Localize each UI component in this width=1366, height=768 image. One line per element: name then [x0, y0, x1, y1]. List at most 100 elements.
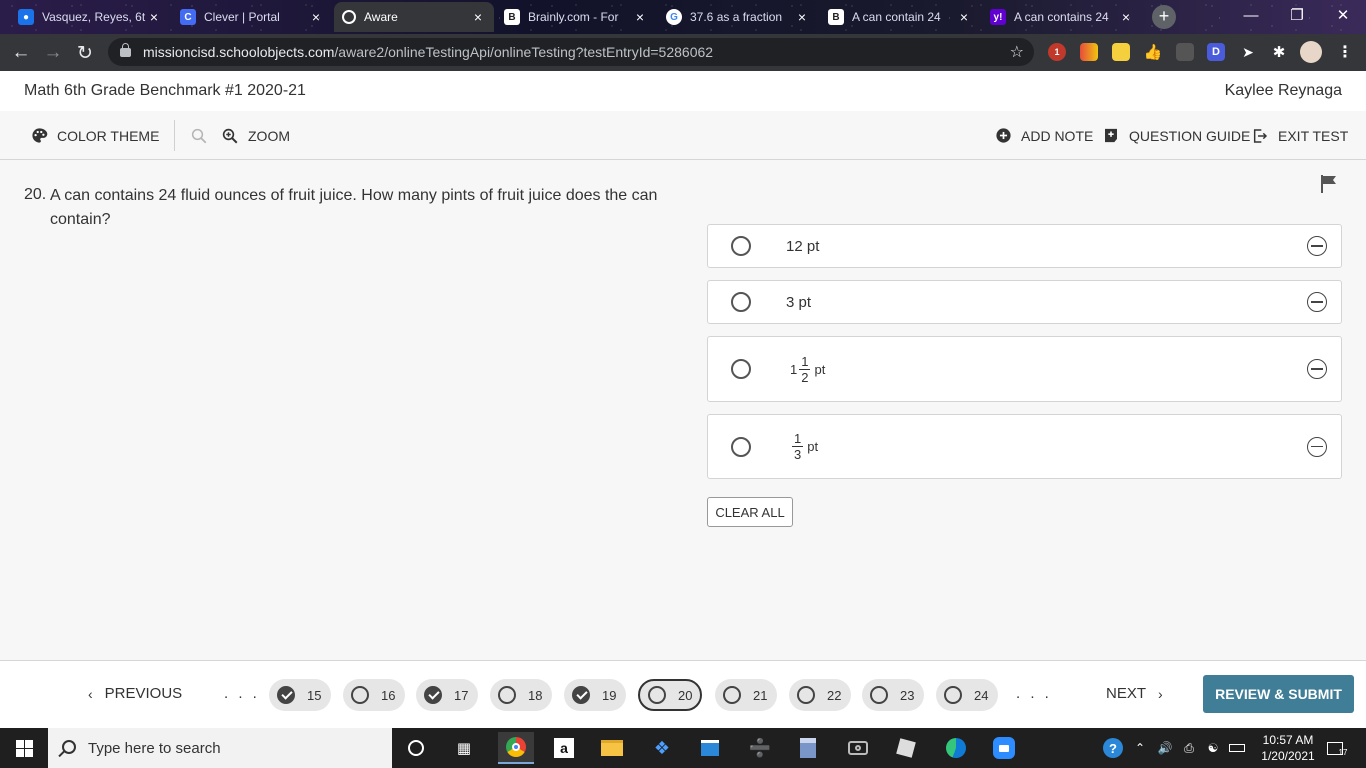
- extension-icon[interactable]: 1: [1048, 43, 1066, 61]
- answer-option-a[interactable]: 12 pt: [707, 224, 1342, 268]
- radio-button[interactable]: [731, 359, 751, 379]
- chevron-up-icon[interactable]: ⌃: [1130, 728, 1150, 768]
- extension-icon[interactable]: [1112, 43, 1130, 61]
- flag-icon[interactable]: [1320, 174, 1340, 194]
- cast-icon[interactable]: ➤: [1239, 43, 1257, 61]
- eliminate-option-icon[interactable]: [1307, 359, 1327, 379]
- notification-center-icon[interactable]: 17: [1322, 728, 1352, 768]
- question-pill-24[interactable]: 24: [936, 679, 998, 711]
- close-tab-icon[interactable]: ×: [308, 9, 324, 25]
- more-questions-after[interactable]: . . .: [1016, 685, 1052, 702]
- close-tab-icon[interactable]: ×: [146, 9, 162, 25]
- reload-icon[interactable]: ↻: [72, 40, 98, 66]
- browser-tab-2[interactable]: Aware ×: [334, 2, 494, 32]
- amazon-icon[interactable]: a: [548, 732, 580, 764]
- menu-kebab-icon[interactable]: ⋮: [1336, 43, 1354, 61]
- question-pill-18[interactable]: 18: [490, 679, 552, 711]
- radio-button[interactable]: [731, 236, 751, 256]
- minimize-window-button[interactable]: —: [1228, 0, 1274, 30]
- question-navigation-bar: ‹ PREVIOUS . . . 15 16 17 18 19 20 21 22…: [0, 660, 1366, 728]
- question-guide-button[interactable]: QUESTION GUIDE: [1102, 111, 1250, 160]
- question-number: 20.: [24, 186, 47, 203]
- question-pill-17[interactable]: 17: [416, 679, 478, 711]
- close-tab-icon[interactable]: ×: [956, 9, 972, 25]
- close-tab-icon[interactable]: ×: [632, 9, 648, 25]
- browser-tab-4[interactable]: G 37.6 as a fraction ×: [658, 2, 818, 32]
- question-pill-23[interactable]: 23: [862, 679, 924, 711]
- profile-avatar[interactable]: [1300, 41, 1322, 63]
- dropbox-icon[interactable]: ❖: [646, 732, 678, 764]
- browser-tab-5[interactable]: B A can contain 24 ×: [820, 2, 980, 32]
- lock-icon: [120, 42, 131, 57]
- store-icon[interactable]: [694, 732, 726, 764]
- windows-start-button[interactable]: [0, 728, 48, 768]
- color-theme-button[interactable]: COLOR THEME: [30, 111, 159, 160]
- zoom-app-icon[interactable]: [988, 732, 1020, 764]
- browser-tab-3[interactable]: B Brainly.com - For ×: [496, 2, 656, 32]
- chrome-taskbar-icon[interactable]: [498, 732, 534, 764]
- bookmark-star-icon[interactable]: ☆: [1010, 42, 1024, 62]
- eliminate-option-icon[interactable]: [1307, 236, 1327, 256]
- test-header: Math 6th Grade Benchmark #1 2020-21 Kayl…: [0, 71, 1366, 111]
- toolbar-divider: [174, 120, 175, 151]
- network-icon[interactable]: ⎙: [1178, 728, 1200, 768]
- question-pill-19[interactable]: 19: [564, 679, 626, 711]
- close-tab-icon[interactable]: ×: [470, 9, 486, 25]
- zoom-in-button[interactable]: ZOOM: [221, 111, 290, 160]
- eliminate-option-icon[interactable]: [1307, 292, 1327, 312]
- address-bar[interactable]: missioncisd.schoolobjects.com /aware2/on…: [108, 38, 1034, 66]
- review-submit-button[interactable]: REVIEW & SUBMIT: [1203, 675, 1354, 713]
- clear-all-button[interactable]: CLEAR ALL: [707, 497, 793, 527]
- task-view-icon[interactable]: ▦: [448, 732, 480, 764]
- question-pill-16[interactable]: 16: [343, 679, 405, 711]
- cortana-icon[interactable]: [400, 732, 432, 764]
- taskbar-search-box[interactable]: Type here to search: [48, 728, 392, 768]
- answer-option-c[interactable]: 1 1 2 pt: [707, 336, 1342, 402]
- extensions-puzzle-icon[interactable]: ✱: [1270, 43, 1288, 61]
- next-button[interactable]: NEXT ›: [1106, 685, 1163, 702]
- calculator-icon[interactable]: [792, 732, 824, 764]
- restore-window-button[interactable]: ❐: [1274, 0, 1320, 30]
- browser-tab-1[interactable]: C Clever | Portal ×: [172, 2, 332, 32]
- close-tab-icon[interactable]: ×: [794, 9, 810, 25]
- volume-icon[interactable]: 🔊: [1154, 728, 1176, 768]
- exit-test-button[interactable]: EXIT TEST: [1251, 111, 1348, 160]
- wifi-icon[interactable]: ☯: [1202, 728, 1224, 768]
- taskbar-clock[interactable]: 10:57 AM 1/20/2021: [1260, 732, 1316, 764]
- answer-option-d[interactable]: 1 3 pt: [707, 414, 1342, 479]
- battery-icon[interactable]: [1226, 728, 1248, 768]
- add-note-button[interactable]: ADD NOTE: [994, 111, 1093, 160]
- option-unit: pt: [798, 293, 812, 311]
- app-icon[interactable]: ➗: [744, 732, 776, 764]
- question-pill-15[interactable]: 15: [269, 679, 331, 711]
- fraction-denominator: 2: [801, 369, 809, 385]
- browser-tab-6[interactable]: y! A can contains 24 ×: [982, 2, 1142, 32]
- previous-button[interactable]: ‹ PREVIOUS: [88, 685, 182, 702]
- help-icon[interactable]: ?: [1100, 728, 1126, 768]
- answer-option-b[interactable]: 3 pt: [707, 280, 1342, 324]
- more-questions-before[interactable]: . . .: [224, 685, 260, 702]
- new-tab-button[interactable]: +: [1152, 5, 1176, 29]
- edge-icon[interactable]: [940, 732, 972, 764]
- question-pill-21[interactable]: 21: [715, 679, 777, 711]
- unanswered-circle-icon: [498, 686, 516, 704]
- close-tab-icon[interactable]: ×: [1118, 9, 1134, 25]
- file-explorer-icon[interactable]: [596, 732, 628, 764]
- back-arrow-icon[interactable]: ←: [8, 40, 34, 66]
- answered-check-icon: [424, 686, 442, 704]
- forward-arrow-icon[interactable]: →: [40, 40, 66, 66]
- radio-button[interactable]: [731, 436, 751, 457]
- radio-button[interactable]: [731, 292, 751, 312]
- camera-icon[interactable]: [842, 732, 874, 764]
- eliminate-option-icon[interactable]: [1307, 436, 1327, 457]
- extension-icon[interactable]: [1080, 43, 1098, 61]
- extension-icon[interactable]: D: [1207, 43, 1225, 61]
- close-window-button[interactable]: ✕: [1320, 0, 1366, 30]
- extension-icon[interactable]: [1176, 43, 1194, 61]
- zoom-out-button[interactable]: [190, 111, 217, 160]
- question-pill-20-current[interactable]: 20: [638, 679, 702, 711]
- thumbs-up-extension-icon[interactable]: 👍: [1144, 43, 1163, 61]
- question-pill-22[interactable]: 22: [789, 679, 851, 711]
- browser-tab-0[interactable]: ● Vasquez, Reyes, 6t ×: [10, 2, 170, 32]
- roblox-icon[interactable]: [890, 732, 922, 764]
